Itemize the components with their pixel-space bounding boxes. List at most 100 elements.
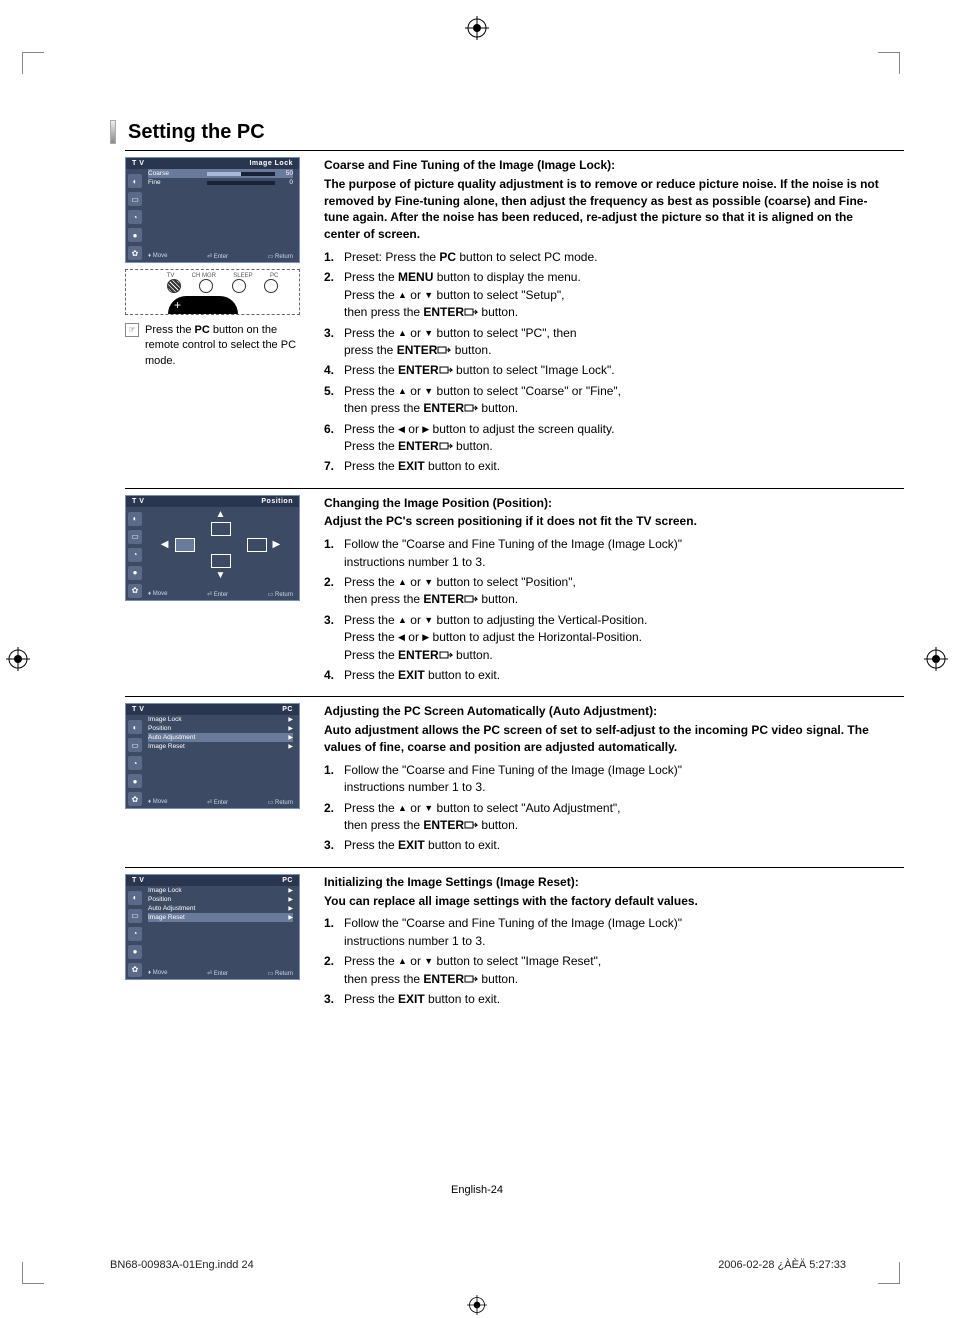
osd-footer-move: ♦ Move [148,253,167,260]
osd-row-label: Auto Adjustment [148,734,195,741]
step-item: 2.Press the ▲ or ▼ button to select "Pos… [324,574,884,609]
step-number: 3. [324,325,344,360]
osd-menu-row: Image Lock▶ [148,886,293,895]
section-title: Adjusting the PC Screen Automatically (A… [324,703,884,720]
step-number: 2. [324,269,344,321]
step-item: 2.Press the ▲ or ▼ button to select "Aut… [324,800,884,835]
osd-footer-move: ♦ Move [148,799,167,806]
step-text: Press the EXIT button to exit. [344,837,884,854]
osd-side-icon: ● [128,945,142,959]
up-arrow-icon: ▲ [216,509,226,520]
remote-button-icon [232,279,246,293]
step-number: 1. [324,915,344,950]
step-text: Press the ▲ or ▼ button to select "Coars… [344,383,884,418]
osd-side-icon: ✿ [128,792,142,806]
osd-side-icon: ◔ [128,756,142,770]
step-number: 4. [324,362,344,379]
osd-row-value: 0 [279,179,293,186]
osd-side-icon: ◐ [128,891,142,905]
step-number: 1. [324,249,344,266]
divider [125,696,904,697]
divider [125,867,904,868]
step-text: Press the MENU button to display the men… [344,269,884,321]
osd-row-label: Auto Adjustment [148,905,195,912]
section-auto-adjust: T V PC ◐ ▭ ◔ ● ✿ Image Lock▶Position▶Aut… [125,703,884,860]
step-item: 7.Press the EXIT button to exit. [324,458,884,475]
remote-button-icon [264,279,278,293]
osd-menu-row: Image Reset▶ [148,742,293,751]
position-box-icon [247,538,267,552]
step-number: 1. [324,762,344,797]
section-title: Initializing the Image Settings (Image R… [324,874,884,891]
step-number: 3. [324,612,344,664]
osd-menu-row: Auto Adjustment▶ [148,733,293,742]
step-list: 1.Follow the "Coarse and Fine Tuning of … [324,762,884,855]
osd-footer-return: ▭ Return [268,591,293,598]
step-text: Press the ENTER button to select "Image … [344,362,884,379]
step-item: 3.Press the ▲ or ▼ button to select "PC"… [324,325,884,360]
step-item: 1.Follow the "Coarse and Fine Tuning of … [324,762,884,797]
osd-menu-row: Image Reset▶ [148,913,293,922]
remote-caption: ☞ Press the PC button on the remote cont… [125,323,310,369]
step-text: Follow the "Coarse and Fine Tuning of th… [344,915,884,950]
osd-side-icon: ✿ [128,246,142,260]
osd-row-label: Coarse [148,170,203,177]
step-item: 3.Press the EXIT button to exit. [324,837,884,854]
osd-side-icon: ▭ [128,192,142,206]
step-number: 6. [324,421,344,456]
section-subtitle: Adjust the PC's screen positioning if it… [324,513,884,530]
step-item: 3.Press the EXIT button to exit. [324,991,884,1008]
osd-footer-enter: ⏎ Enter [207,970,228,977]
osd-menu-row: Position ▶ [148,895,293,904]
step-list: 1.Follow the "Coarse and Fine Tuning of … [324,536,884,684]
divider [125,150,904,151]
osd-menu-row: Image Lock▶ [148,715,293,724]
osd-menu-row: Position▶ [148,724,293,733]
osd-slider-row: Fine0 [148,178,293,187]
osd-row-label: Position [148,896,171,903]
osd-footer-enter: ⏎ Enter [207,253,228,260]
chevron-right-icon: ▶ [288,896,293,903]
remote-label: CH MGR [192,273,216,279]
osd-side-icon: ● [128,566,142,580]
osd-side-icon: ◔ [128,548,142,562]
osd-side-icon: ◐ [128,720,142,734]
step-number: 2. [324,800,344,835]
position-box-icon [175,538,195,552]
remote-label: SLEEP [233,273,252,279]
section-image-reset: T V PC ◐ ▭ ◔ ● ✿ Image Lock▶Position▶Aut… [125,874,884,1015]
step-list: 1.Preset: Press the PC button to select … [324,249,884,476]
osd-side-icon: ▭ [128,530,142,544]
osd-slider-row: Coarse50 [148,169,293,178]
step-item: 6.Press the ◀ or ▶ button to adjust the … [324,421,884,456]
step-number: 2. [324,953,344,988]
position-box-icon [211,554,231,568]
osd-row-label: Image Reset [148,914,185,921]
step-text: Press the EXIT button to exit. [344,458,884,475]
step-text: Press the EXIT button to exit. [344,667,884,684]
footer-filename: BN68-00983A-01Eng.indd 24 [110,1259,254,1271]
step-text: Follow the "Coarse and Fine Tuning of th… [344,536,884,571]
osd-screenshot-pc-auto: T V PC ◐ ▭ ◔ ● ✿ Image Lock▶Position▶Aut… [125,703,300,809]
step-text: Press the ▲ or ▼ button to adjusting the… [344,612,884,664]
osd-tv-label: T V [132,498,144,505]
osd-title: PC [282,706,293,713]
section-image-lock: T V Image Lock ◐ ▭ ◔ ● ✿ Coarse50Fine0 ♦… [125,157,884,482]
step-number: 5. [324,383,344,418]
position-box-icon [211,522,231,536]
registration-mark-icon [6,647,30,671]
section-subtitle: Auto adjustment allows the PC screen of … [324,722,884,756]
osd-side-icon: ▭ [128,738,142,752]
osd-footer-move: ♦ Move [148,591,167,598]
osd-footer-return: ▭ Return [268,253,293,260]
step-item: 2.Press the ▲ or ▼ button to select "Ima… [324,953,884,988]
section-position: T V Position ◐ ▭ ◔ ● ✿ ▲ ◀ [125,495,884,691]
osd-tv-label: T V [132,877,144,884]
step-item: 1.Follow the "Coarse and Fine Tuning of … [324,915,884,950]
osd-side-icon: ◔ [128,927,142,941]
osd-side-icon: ◐ [128,512,142,526]
osd-screenshot-position: T V Position ◐ ▭ ◔ ● ✿ ▲ ◀ [125,495,300,601]
step-text: Press the ◀ or ▶ button to adjust the sc… [344,421,884,456]
chevron-right-icon: ▶ [288,716,293,723]
left-arrow-icon: ◀ [161,539,169,550]
